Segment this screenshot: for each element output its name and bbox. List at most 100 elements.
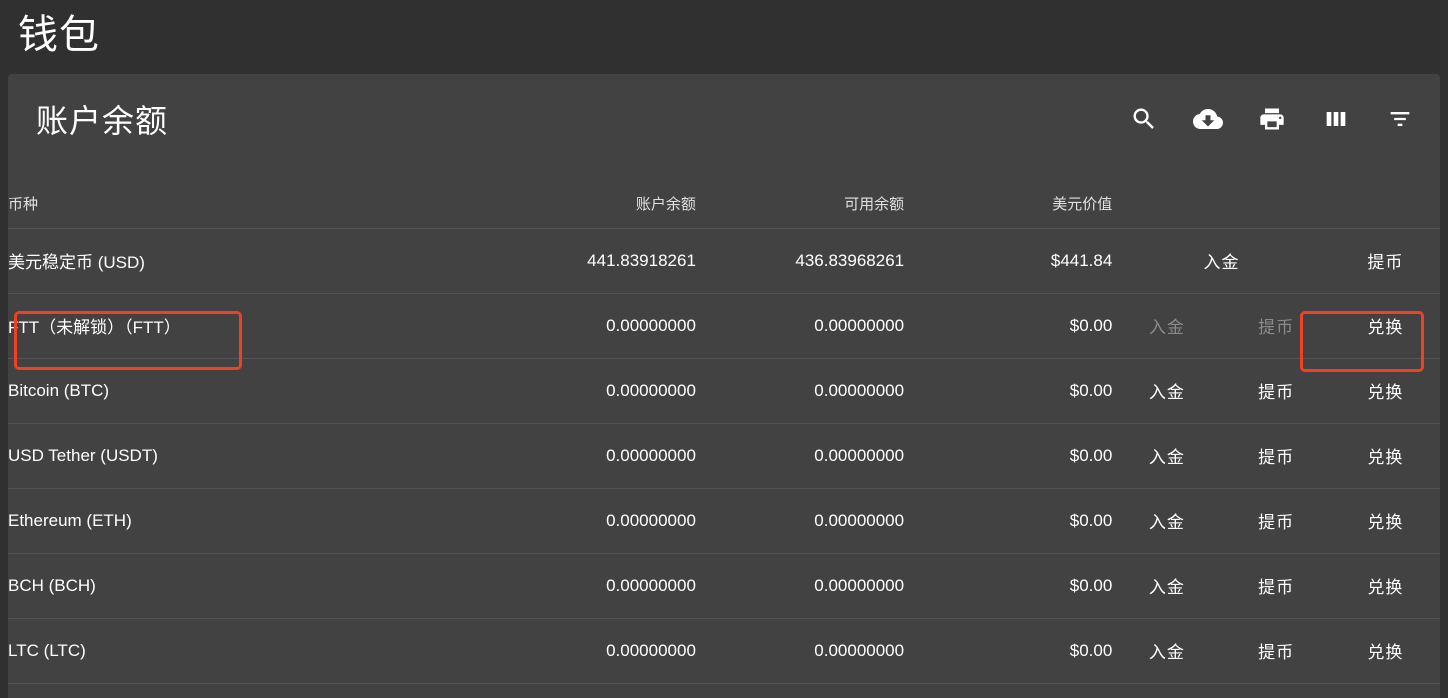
table-row: LTC (LTC)0.000000000.00000000$0.00入金提币兑换 (8, 618, 1440, 683)
action-withdraw-label: 提币 (1258, 313, 1294, 338)
cell-usd-value: $0.00 (904, 293, 1112, 358)
cell-coin-name: LTC (LTC) (8, 618, 488, 683)
action-deposit-label: 入金 (1149, 508, 1185, 533)
column-header-coin[interactable]: 币种 (8, 164, 488, 228)
action-withdraw-label: 提币 (1367, 248, 1403, 273)
cell-available: 0.00000000 (696, 488, 904, 553)
column-header-action-3 (1331, 164, 1440, 228)
action-deposit-label: 入金 (1204, 248, 1240, 273)
table-body: 美元稳定币 (USD)441.83918261436.83968261$441.… (8, 228, 1440, 683)
action-withdraw-label: 提币 (1258, 443, 1294, 468)
table-header: 币种 账户余额 可用余额 美元价值 (8, 164, 1440, 228)
view-column-icon (1322, 105, 1350, 133)
action-withdraw[interactable]: 提币 (1331, 228, 1440, 293)
table-row: 美元稳定币 (USD)441.83918261436.83968261$441.… (8, 228, 1440, 293)
cell-coin-name: FTT（未解锁）（FTT） (8, 293, 488, 358)
filter-button[interactable] (1378, 97, 1422, 141)
action-convert-label: 兑换 (1367, 508, 1403, 533)
action-convert[interactable]: 兑换 (1331, 423, 1440, 488)
table-row: USD Tether (USDT)0.000000000.00000000$0.… (8, 423, 1440, 488)
action-withdraw-label: 提币 (1258, 573, 1294, 598)
cell-usd-value: $0.00 (904, 553, 1112, 618)
action-withdraw-label: 提币 (1258, 638, 1294, 663)
print-icon (1258, 105, 1286, 133)
action-convert-label: 兑换 (1367, 443, 1403, 468)
cell-available: 0.00000000 (696, 618, 904, 683)
cell-coin-name: Ethereum (ETH) (8, 488, 488, 553)
card-toolbar: 账户余额 (8, 74, 1440, 164)
action-convert[interactable]: 兑换 (1331, 358, 1440, 423)
table-row: BCH (BCH)0.000000000.00000000$0.00入金提币兑换 (8, 553, 1440, 618)
action-deposit[interactable]: 入金 (1112, 618, 1221, 683)
cell-coin-name: Bitcoin (BTC) (8, 358, 488, 423)
cell-usd-value: $441.84 (904, 228, 1112, 293)
action-deposit-label: 入金 (1149, 443, 1185, 468)
cell-balance: 0.00000000 (488, 293, 696, 358)
cell-balance: 0.00000000 (488, 423, 696, 488)
cell-usd-value: $0.00 (904, 358, 1112, 423)
action-convert[interactable]: 兑换 (1331, 553, 1440, 618)
account-balance-card: 账户余额 (8, 74, 1440, 698)
cell-available: 0.00000000 (696, 358, 904, 423)
action-convert-label: 兑换 (1367, 313, 1403, 338)
action-deposit[interactable]: 入金 (1112, 488, 1221, 553)
action-withdraw[interactable]: 提币 (1222, 358, 1331, 423)
action-withdraw[interactable]: 提币 (1222, 618, 1331, 683)
card-title: 账户余额 (36, 96, 168, 142)
filter-list-icon (1386, 105, 1414, 133)
action-deposit[interactable]: 入金 (1112, 553, 1221, 618)
cell-usd-value: $0.00 (904, 488, 1112, 553)
column-header-available[interactable]: 可用余额 (696, 164, 904, 228)
action-withdraw[interactable]: 提币 (1222, 553, 1331, 618)
action-deposit-label: 入金 (1149, 573, 1185, 598)
view-columns-button[interactable] (1314, 97, 1358, 141)
cell-available: 0.00000000 (696, 553, 904, 618)
toolbar-actions (1122, 97, 1422, 141)
action-withdraw: 提币 (1222, 293, 1331, 358)
action-convert[interactable]: 兑换 (1331, 293, 1440, 358)
table-row: FTT（未解锁）（FTT）0.000000000.00000000$0.00入金… (8, 293, 1440, 358)
table-header-row: 币种 账户余额 可用余额 美元价值 (8, 164, 1440, 228)
cell-usd-value: $0.00 (904, 618, 1112, 683)
action-convert-label: 兑换 (1367, 573, 1403, 598)
action-convert[interactable]: 兑换 (1331, 488, 1440, 553)
action-deposit-label: 入金 (1149, 638, 1185, 663)
column-header-action-2 (1222, 164, 1331, 228)
cell-coin-name: USD Tether (USDT) (8, 423, 488, 488)
print-button[interactable] (1250, 97, 1294, 141)
download-button[interactable] (1186, 97, 1230, 141)
action-withdraw[interactable]: 提币 (1222, 488, 1331, 553)
cell-coin-name: BCH (BCH) (8, 553, 488, 618)
action-deposit[interactable]: 入金 (1112, 228, 1330, 293)
action-deposit[interactable]: 入金 (1112, 358, 1221, 423)
wallet-page: 钱包 账户余额 (0, 0, 1448, 698)
action-deposit: 入金 (1112, 293, 1221, 358)
table-row: Ethereum (ETH)0.000000000.00000000$0.00入… (8, 488, 1440, 553)
search-button[interactable] (1122, 97, 1166, 141)
action-withdraw-label: 提币 (1258, 378, 1294, 403)
action-withdraw[interactable]: 提币 (1222, 423, 1331, 488)
cell-available: 436.83968261 (696, 228, 904, 293)
cell-balance: 0.00000000 (488, 488, 696, 553)
column-header-balance[interactable]: 账户余额 (488, 164, 696, 228)
action-deposit-label: 入金 (1149, 313, 1185, 338)
table-row: Bitcoin (BTC)0.000000000.00000000$0.00入金… (8, 358, 1440, 423)
page-title: 钱包 (18, 4, 100, 66)
action-convert-label: 兑换 (1367, 378, 1403, 403)
cell-balance: 0.00000000 (488, 358, 696, 423)
cell-available: 0.00000000 (696, 293, 904, 358)
balances-table: 币种 账户余额 可用余额 美元价值 美元稳定币 (USD)441.8391826… (8, 164, 1440, 684)
action-deposit[interactable]: 入金 (1112, 423, 1221, 488)
action-convert[interactable]: 兑换 (1331, 618, 1440, 683)
column-header-usd-value[interactable]: 美元价值 (904, 164, 1112, 228)
cell-coin-name: 美元稳定币 (USD) (8, 228, 488, 293)
cloud-download-icon (1193, 104, 1223, 134)
cell-balance: 0.00000000 (488, 618, 696, 683)
cell-usd-value: $0.00 (904, 423, 1112, 488)
cell-balance: 441.83918261 (488, 228, 696, 293)
action-withdraw-label: 提币 (1258, 508, 1294, 533)
cell-balance: 0.00000000 (488, 553, 696, 618)
search-icon (1130, 105, 1158, 133)
column-header-action-1 (1112, 164, 1221, 228)
action-deposit-label: 入金 (1149, 378, 1185, 403)
